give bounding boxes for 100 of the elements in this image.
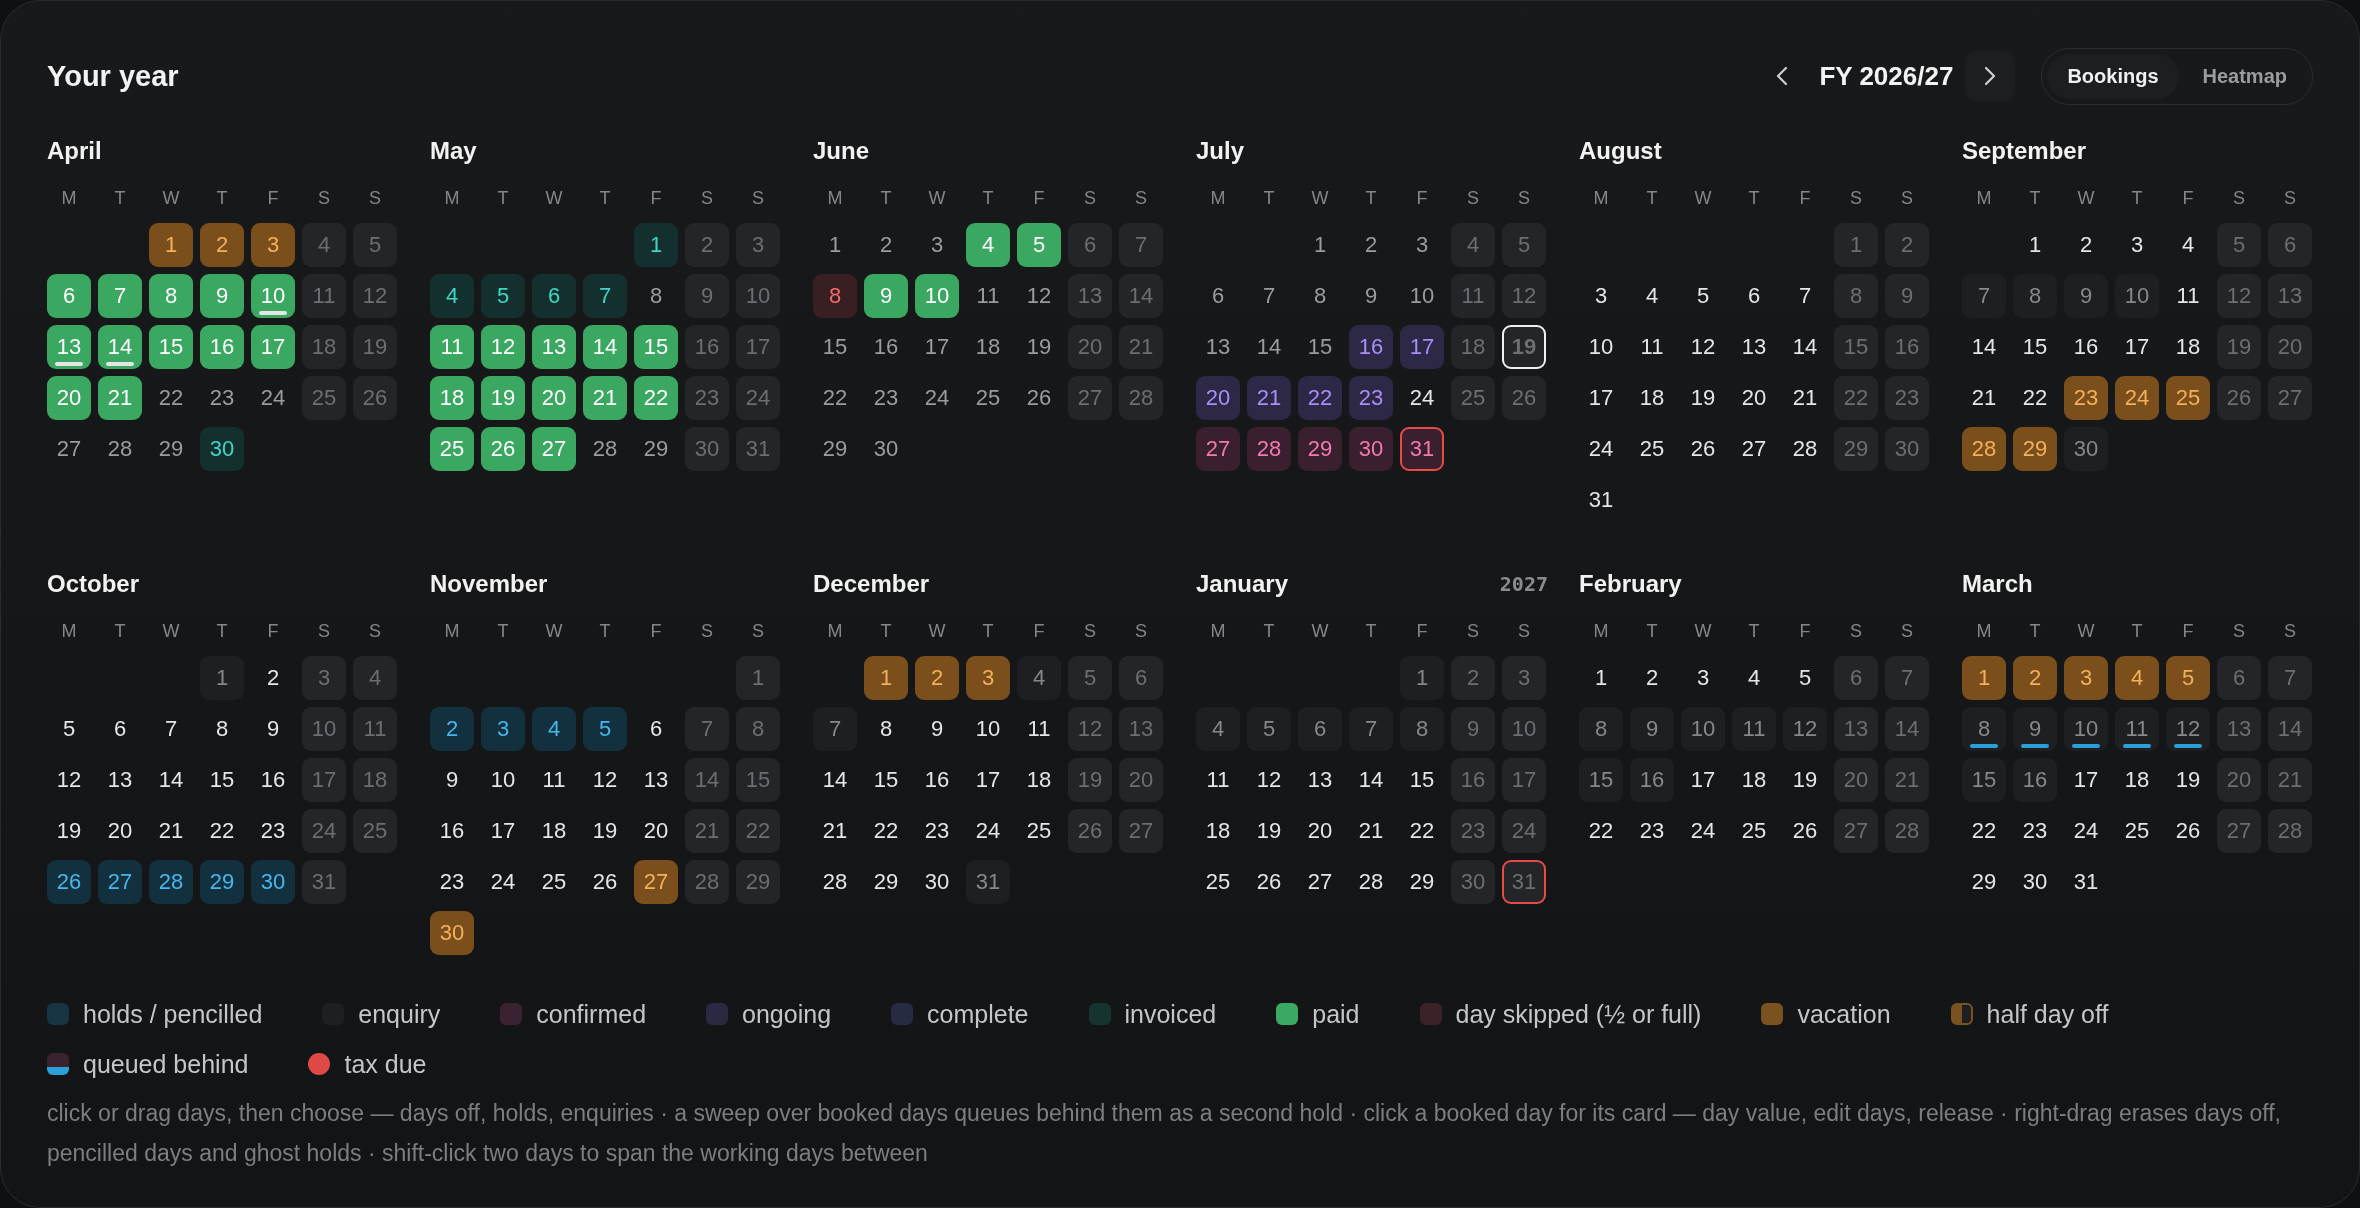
calendar-day[interactable]: 31 (1400, 427, 1444, 471)
calendar-day[interactable]: 11 (966, 274, 1010, 318)
calendar-day[interactable]: 31 (1579, 478, 1623, 522)
calendar-day[interactable]: 27 (532, 427, 576, 471)
calendar-day[interactable]: 24 (736, 376, 780, 420)
calendar-day[interactable]: 18 (1630, 376, 1674, 420)
calendar-day[interactable]: 27 (98, 860, 142, 904)
calendar-day[interactable]: 19 (1681, 376, 1725, 420)
calendar-day[interactable]: 5 (1681, 274, 1725, 318)
calendar-day[interactable]: 10 (481, 758, 525, 802)
calendar-day[interactable]: 12 (1247, 758, 1291, 802)
calendar-day[interactable]: 6 (98, 707, 142, 751)
calendar-day[interactable]: 16 (864, 325, 908, 369)
calendar-day[interactable]: 10 (2064, 707, 2108, 751)
calendar-day[interactable]: 15 (1579, 758, 1623, 802)
calendar-day[interactable]: 12 (1783, 707, 1827, 751)
calendar-day[interactable]: 24 (481, 860, 525, 904)
calendar-day[interactable]: 23 (430, 860, 474, 904)
calendar-day[interactable]: 28 (1962, 427, 2006, 471)
calendar-day[interactable]: 16 (1349, 325, 1393, 369)
calendar-day[interactable]: 2 (2064, 223, 2108, 267)
calendar-day[interactable]: 7 (813, 707, 857, 751)
calendar-day[interactable]: 8 (1400, 707, 1444, 751)
calendar-day[interactable]: 5 (2166, 656, 2210, 700)
calendar-day[interactable]: 7 (583, 274, 627, 318)
calendar-day[interactable]: 2 (915, 656, 959, 700)
calendar-day[interactable]: 3 (915, 223, 959, 267)
calendar-day[interactable]: 24 (1579, 427, 1623, 471)
calendar-day[interactable]: 8 (1579, 707, 1623, 751)
calendar-day[interactable]: 29 (2013, 427, 2057, 471)
calendar-day[interactable]: 6 (1834, 656, 1878, 700)
calendar-day[interactable]: 23 (1885, 376, 1929, 420)
calendar-day[interactable]: 13 (532, 325, 576, 369)
calendar-day[interactable]: 27 (1196, 427, 1240, 471)
calendar-day[interactable]: 18 (1732, 758, 1776, 802)
calendar-day[interactable]: 3 (1681, 656, 1725, 700)
calendar-day[interactable]: 17 (1400, 325, 1444, 369)
calendar-day[interactable]: 6 (2217, 656, 2261, 700)
calendar-day[interactable]: 13 (2268, 274, 2312, 318)
calendar-day[interactable]: 6 (1298, 707, 1342, 751)
calendar-day[interactable]: 24 (2115, 376, 2159, 420)
calendar-day[interactable]: 5 (1247, 707, 1291, 751)
calendar-day[interactable]: 23 (1451, 809, 1495, 853)
calendar-day[interactable]: 14 (1247, 325, 1291, 369)
calendar-day[interactable]: 10 (966, 707, 1010, 751)
calendar-day[interactable]: 26 (2217, 376, 2261, 420)
calendar-day[interactable]: 21 (1247, 376, 1291, 420)
calendar-day[interactable]: 13 (1068, 274, 1112, 318)
calendar-day[interactable]: 5 (481, 274, 525, 318)
calendar-day[interactable]: 7 (98, 274, 142, 318)
calendar-day[interactable]: 24 (915, 376, 959, 420)
calendar-day[interactable]: 30 (864, 427, 908, 471)
calendar-day[interactable]: 23 (685, 376, 729, 420)
calendar-day[interactable]: 22 (2013, 376, 2057, 420)
calendar-day[interactable]: 26 (1068, 809, 1112, 853)
calendar-day[interactable]: 14 (1885, 707, 1929, 751)
calendar-day[interactable]: 11 (2115, 707, 2159, 751)
calendar-day[interactable]: 1 (1400, 656, 1444, 700)
calendar-day[interactable]: 25 (2115, 809, 2159, 853)
calendar-day[interactable]: 5 (47, 707, 91, 751)
calendar-day[interactable]: 18 (2166, 325, 2210, 369)
calendar-day[interactable]: 13 (1298, 758, 1342, 802)
calendar-day[interactable]: 27 (2268, 376, 2312, 420)
calendar-day[interactable]: 31 (966, 860, 1010, 904)
calendar-day[interactable]: 4 (302, 223, 346, 267)
calendar-day[interactable]: 30 (1885, 427, 1929, 471)
calendar-day[interactable]: 15 (1400, 758, 1444, 802)
calendar-day[interactable]: 25 (1196, 860, 1240, 904)
calendar-day[interactable]: 12 (1017, 274, 1061, 318)
calendar-day[interactable]: 30 (685, 427, 729, 471)
calendar-day[interactable]: 9 (430, 758, 474, 802)
calendar-day[interactable]: 30 (200, 427, 244, 471)
calendar-day[interactable]: 20 (47, 376, 91, 420)
calendar-day[interactable]: 14 (813, 758, 857, 802)
calendar-day[interactable]: 5 (1068, 656, 1112, 700)
calendar-day[interactable]: 17 (481, 809, 525, 853)
calendar-day[interactable]: 18 (2115, 758, 2159, 802)
calendar-day[interactable]: 14 (1119, 274, 1163, 318)
calendar-day[interactable]: 18 (1451, 325, 1495, 369)
calendar-day[interactable]: 1 (864, 656, 908, 700)
calendar-day[interactable]: 3 (2064, 656, 2108, 700)
calendar-day[interactable]: 10 (302, 707, 346, 751)
calendar-day[interactable]: 23 (915, 809, 959, 853)
calendar-day[interactable]: 14 (149, 758, 193, 802)
calendar-day[interactable]: 14 (2268, 707, 2312, 751)
calendar-day[interactable]: 6 (1732, 274, 1776, 318)
calendar-day[interactable]: 9 (1349, 274, 1393, 318)
calendar-day[interactable]: 20 (1068, 325, 1112, 369)
calendar-day[interactable]: 29 (149, 427, 193, 471)
calendar-day[interactable]: 4 (2166, 223, 2210, 267)
calendar-day[interactable]: 27 (1068, 376, 1112, 420)
calendar-day[interactable]: 6 (47, 274, 91, 318)
calendar-day[interactable]: 23 (200, 376, 244, 420)
view-tab[interactable]: Bookings (2047, 53, 2179, 99)
calendar-day[interactable]: 12 (1502, 274, 1546, 318)
calendar-day[interactable]: 22 (864, 809, 908, 853)
calendar-day[interactable]: 5 (1502, 223, 1546, 267)
calendar-day[interactable]: 1 (1834, 223, 1878, 267)
calendar-day[interactable]: 21 (149, 809, 193, 853)
calendar-day[interactable]: 19 (481, 376, 525, 420)
